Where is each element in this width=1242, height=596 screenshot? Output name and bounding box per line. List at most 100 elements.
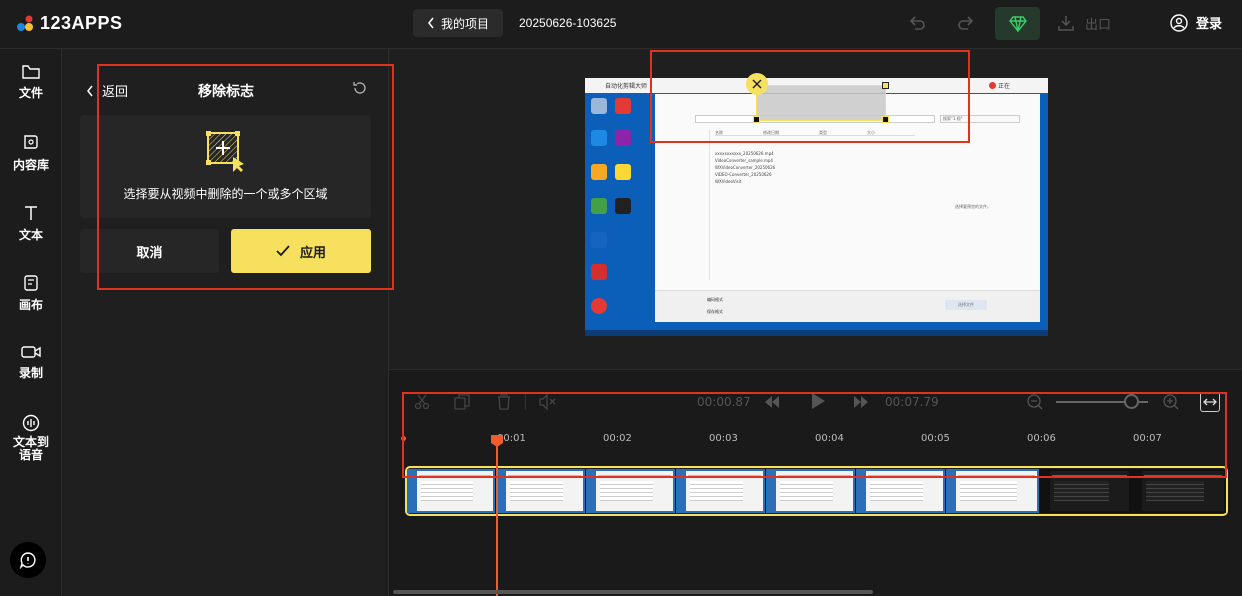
ruler-start-marker	[401, 436, 406, 441]
file-row: WXVideoConverter_20250626	[715, 165, 776, 170]
sidebar-item-label: 文本到	[12, 435, 49, 449]
panel-back-label: 返回	[102, 84, 129, 99]
sidebar-item-label: 文件	[18, 86, 43, 100]
diamond-icon	[1008, 15, 1027, 32]
sidebar-item-canvas[interactable]: 画布	[0, 274, 62, 313]
rewind-icon[interactable]	[763, 394, 781, 410]
sidebar-item-text[interactable]: 文本	[0, 204, 62, 243]
my-projects-button[interactable]: 我的项目	[413, 9, 503, 37]
recording-dot	[989, 82, 996, 89]
export-label: 出口	[1085, 16, 1112, 32]
app-logo[interactable]: 123APPS	[16, 13, 123, 34]
delete-icon[interactable]	[495, 393, 513, 411]
desktop-icon	[591, 164, 607, 180]
dialog-format-label: 保存格式	[707, 309, 723, 314]
resize-handle[interactable]	[753, 116, 760, 123]
sidebar-item-files[interactable]: 文件	[0, 64, 62, 101]
sidebar-item-label: 文本	[18, 228, 43, 242]
check-icon	[276, 245, 290, 257]
fast-forward-icon[interactable]	[852, 394, 870, 410]
apply-label: 应用	[299, 244, 326, 260]
panel-back-button[interactable]: 返回	[86, 81, 128, 100]
explorer-search: 搜索"1.视"	[940, 115, 1020, 123]
sidebar-item-label-line2: 语音	[18, 448, 43, 462]
undo-icon[interactable]	[907, 13, 927, 33]
login-button[interactable]: 登录	[1170, 13, 1222, 32]
track-thumbnail	[766, 469, 856, 513]
window-title: 自动化剪辑大师	[605, 83, 648, 90]
feedback-button[interactable]	[10, 542, 46, 578]
explorer-details-text: 选择要预览的文件。	[955, 204, 991, 209]
redo-icon[interactable]	[956, 13, 976, 33]
user-icon	[1170, 13, 1188, 32]
desktop-icon	[615, 164, 631, 180]
select-area-box[interactable]: 选择要从视频中删除的一个或多个区域	[80, 115, 371, 218]
chevron-left-icon	[87, 85, 93, 96]
split-icon[interactable]	[413, 393, 431, 411]
folder-icon	[22, 65, 40, 79]
timeline-scrollbar[interactable]	[393, 590, 873, 594]
reset-icon[interactable]	[352, 80, 368, 96]
download-icon	[1058, 16, 1074, 31]
duplicate-icon[interactable]	[453, 393, 471, 411]
chevron-left-icon	[428, 17, 434, 29]
ruler-tick: 00:05	[921, 433, 950, 444]
apply-button[interactable]: 应用	[231, 229, 371, 273]
desktop-icon	[615, 98, 631, 114]
zoom-out-icon[interactable]	[1026, 393, 1044, 411]
desktop-icon	[615, 130, 631, 146]
panel-title: 移除标志	[198, 83, 254, 99]
sidebar-item-library[interactable]: 内容库	[0, 134, 62, 173]
track-thumbnail	[946, 469, 1040, 513]
file-row: WXVideoVisit	[715, 179, 742, 184]
remove-selection-button[interactable]	[746, 73, 768, 95]
resize-handle[interactable]	[882, 116, 889, 123]
ruler-tick: 00:04	[815, 433, 844, 444]
mute-icon[interactable]	[538, 393, 558, 411]
column-type: 类型	[819, 130, 827, 135]
file-row: VIDEO-Converter_20250626	[715, 172, 772, 177]
cancel-button[interactable]: 取消	[80, 229, 219, 273]
desktop-icon	[591, 198, 607, 214]
column-date: 修改日期	[763, 130, 779, 135]
ruler-tick: 00:02	[603, 433, 632, 444]
top-bar: 123APPS 我的项目 20250626-103625 出口 登录	[0, 0, 1242, 49]
sidebar-item-label: 录制	[18, 366, 43, 380]
my-projects-label: 我的项目	[440, 16, 489, 31]
ruler-tick: 00:03	[709, 433, 738, 444]
logo-dots-icon	[17, 15, 33, 31]
current-time: 00:00.87	[697, 395, 751, 409]
export-button[interactable]: 出口	[1057, 9, 1127, 37]
track-thumbnail	[1132, 469, 1226, 513]
track-thumbnail	[586, 469, 676, 513]
selection-region[interactable]	[753, 82, 889, 123]
expand-horizontal-icon	[1203, 398, 1217, 406]
column-size: 大小	[867, 130, 875, 135]
ruler-tick: 00:06	[1027, 433, 1056, 444]
chat-icon	[19, 552, 36, 569]
playhead-handle[interactable]	[490, 434, 504, 448]
remove-logo-panel: 返回 移除标志 选择要从视频中删除的一个或多个区域 取消 应用	[62, 49, 389, 596]
sidebar-item-label: 内容库	[12, 158, 49, 172]
file-row: xxxxxxxxxxx_20250626.mp4	[715, 151, 774, 156]
login-label: 登录	[1196, 16, 1223, 31]
dialog-encoding-label: 编码格式	[707, 297, 723, 302]
desktop-icon	[591, 98, 607, 114]
play-icon[interactable]	[810, 392, 826, 410]
explorer-window: 搜索"1.视" 名称 修改日期 类型 大小 选择要预览的文件。 编码格式 保存格…	[655, 94, 1040, 322]
sidebar-item-text-to-speech[interactable]: 文本到 语音	[0, 414, 62, 462]
zoom-in-icon[interactable]	[1162, 393, 1180, 411]
fit-timeline-button[interactable]	[1200, 392, 1220, 412]
premium-button[interactable]	[995, 7, 1040, 40]
text-icon	[25, 206, 37, 220]
explorer-nav-pane	[655, 130, 710, 280]
cancel-label: 取消	[136, 244, 163, 260]
tts-icon	[22, 414, 40, 432]
project-name[interactable]: 20250626-103625	[519, 16, 616, 30]
playhead-line	[496, 445, 498, 596]
close-icon	[752, 79, 762, 89]
zoom-slider-thumb[interactable]	[1124, 394, 1139, 409]
resize-handle[interactable]	[882, 82, 889, 89]
sidebar-item-record[interactable]: 录制	[0, 344, 62, 381]
record-icon	[21, 346, 41, 358]
